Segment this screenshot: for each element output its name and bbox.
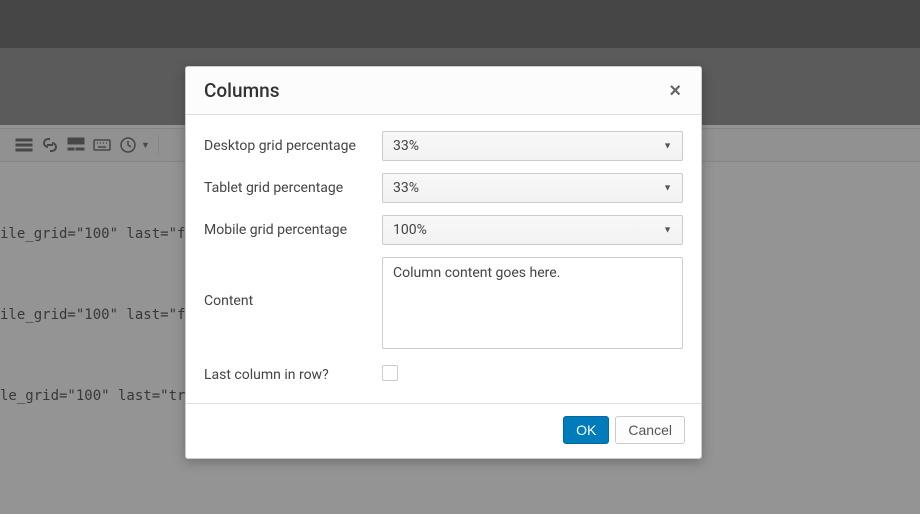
tablet-grid-label: Tablet grid percentage <box>204 180 382 196</box>
dialog-body: Desktop grid percentage 33% Tablet grid … <box>186 115 701 404</box>
last-column-checkbox[interactable] <box>382 365 398 381</box>
dialog-footer: OK Cancel <box>186 404 701 458</box>
cancel-button[interactable]: Cancel <box>615 416 685 444</box>
close-icon[interactable]: × <box>665 81 685 101</box>
dialog-header: Columns × <box>186 67 701 115</box>
mobile-grid-label: Mobile grid percentage <box>204 222 382 238</box>
desktop-grid-value: 33% <box>393 138 419 154</box>
last-column-label: Last column in row? <box>204 367 382 383</box>
content-textarea[interactable] <box>382 257 683 349</box>
mobile-grid-select[interactable]: 100% <box>382 215 683 245</box>
tablet-grid-value: 33% <box>393 180 419 196</box>
ok-button[interactable]: OK <box>563 416 609 444</box>
columns-dialog: Columns × Desktop grid percentage 33% Ta… <box>185 66 702 459</box>
dialog-title: Columns <box>204 79 280 102</box>
content-label: Content <box>204 257 382 309</box>
tablet-grid-select[interactable]: 33% <box>382 173 683 203</box>
desktop-grid-label: Desktop grid percentage <box>204 138 382 154</box>
mobile-grid-value: 100% <box>393 222 427 238</box>
desktop-grid-select[interactable]: 33% <box>382 131 683 161</box>
